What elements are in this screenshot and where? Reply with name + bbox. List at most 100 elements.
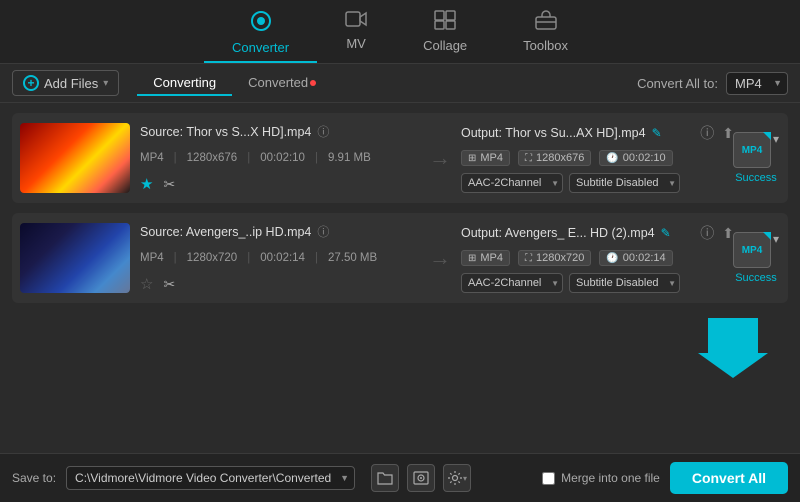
tab-converting-label: Converting bbox=[153, 75, 216, 90]
folder-button[interactable] bbox=[371, 464, 399, 492]
out-res-2: 1280x720 bbox=[536, 252, 584, 264]
out-duration-1: 00:02:10 bbox=[623, 152, 666, 164]
media-icon bbox=[413, 471, 429, 485]
out-duration-2: 00:02:14 bbox=[623, 252, 666, 264]
merge-label[interactable]: Merge into one file bbox=[561, 471, 660, 485]
grid-icon-2: ⊞ bbox=[468, 253, 476, 264]
format-chevron-2[interactable]: ▾ bbox=[773, 232, 779, 246]
format-select-wrapper[interactable]: MP4 MKV AVI MOV bbox=[726, 72, 788, 95]
merge-check: Merge into one file bbox=[542, 471, 660, 485]
output-icons-2: ⓘ ⬆ bbox=[700, 223, 734, 243]
save-path-select[interactable]: C:\Vidmore\Vidmore Video Converter\Conve… bbox=[66, 466, 355, 490]
output-name-2: Output: Avengers_ E... HD (2).mp4 bbox=[461, 226, 655, 240]
big-down-arrow-icon bbox=[698, 313, 768, 383]
output-controls-2: AAC-2Channel AAC-6Channel Subtitle Disab… bbox=[461, 273, 734, 293]
subtitle-select-1[interactable]: Subtitle Disabled Subtitle Enabled bbox=[569, 173, 680, 193]
settings-button[interactable]: ▾ bbox=[443, 464, 471, 492]
subtitle-select-2[interactable]: Subtitle Disabled Subtitle Enabled bbox=[569, 273, 680, 293]
info-icon-1[interactable]: ⓘ bbox=[317, 123, 329, 140]
success-badge-1: Success bbox=[735, 172, 777, 184]
add-files-label: Add Files bbox=[44, 76, 98, 91]
mp4-label-2: MP4 bbox=[742, 245, 763, 256]
output-res-badge-1: ⛶ 1280x676 bbox=[518, 150, 591, 166]
file-meta-1: MP4 | 1280x676 | 00:02:10 | 9.91 MB bbox=[140, 152, 413, 164]
nav-collage[interactable]: Collage bbox=[395, 0, 495, 63]
output-info-icon-1[interactable]: ⓘ bbox=[700, 123, 714, 143]
info-icon-2[interactable]: ⓘ bbox=[317, 223, 329, 240]
arrow-right-icon-1: → bbox=[429, 145, 451, 171]
media-button[interactable] bbox=[407, 464, 435, 492]
audio-select-1[interactable]: AAC-2Channel AAC-6Channel bbox=[461, 173, 563, 193]
success-badge-2: Success bbox=[735, 272, 777, 284]
res-icon-2: ⛶ bbox=[525, 253, 532, 264]
folder-icon bbox=[377, 471, 393, 485]
arrow-section-2: → bbox=[423, 223, 457, 293]
convert-all-button[interactable]: Convert All bbox=[670, 462, 788, 494]
output-row-1: ⊞ MP4 ⛶ 1280x676 🕐 00:02:10 bbox=[461, 150, 734, 166]
add-circle-icon: + bbox=[23, 75, 39, 91]
nav-toolbox-label: Toolbox bbox=[523, 38, 568, 53]
output-name-1: Output: Thor vs Su...AX HD].mp4 bbox=[461, 126, 646, 140]
merge-checkbox[interactable] bbox=[542, 472, 555, 485]
cut-icon-1[interactable]: ✂ bbox=[163, 176, 175, 193]
arrow-right-icon-2: → bbox=[429, 245, 451, 271]
meta-res-1: 1280x676 bbox=[187, 152, 238, 164]
output-icons-1: ⓘ ⬆ bbox=[700, 123, 734, 143]
star-icon-2[interactable]: ☆ bbox=[140, 275, 153, 293]
top-navigation: Converter MV Collage bbox=[0, 0, 800, 64]
tab-converted[interactable]: Converted bbox=[232, 71, 332, 96]
output-filename-1: Output: Thor vs Su...AX HD].mp4 ✎ bbox=[461, 126, 662, 140]
nav-collage-label: Collage bbox=[423, 38, 467, 53]
output-filename-2: Output: Avengers_ E... HD (2).mp4 ✎ bbox=[461, 226, 671, 240]
meta-format-1: MP4 bbox=[140, 152, 164, 164]
mp4-label-1: MP4 bbox=[742, 145, 763, 156]
thumbnail-2 bbox=[20, 223, 130, 293]
out-res-1: 1280x676 bbox=[536, 152, 584, 164]
tab-converting[interactable]: Converting bbox=[137, 71, 232, 96]
edit-icon-1[interactable]: ✎ bbox=[652, 126, 662, 140]
output-info-icon-2[interactable]: ⓘ bbox=[700, 223, 714, 243]
mp4-box-2: MP4 bbox=[733, 232, 771, 268]
nav-toolbox[interactable]: Toolbox bbox=[495, 0, 596, 63]
converter-icon bbox=[250, 10, 272, 36]
file-source-2: Source: Avengers_..ip HD.mp4 ⓘ bbox=[140, 223, 413, 240]
format-select[interactable]: MP4 MKV AVI MOV bbox=[726, 72, 788, 95]
output-section-1: Output: Thor vs Su...AX HD].mp4 ✎ ⓘ ⬆ ⊞ … bbox=[457, 123, 734, 193]
nav-converter[interactable]: Converter bbox=[204, 0, 317, 63]
footer-icons: ▾ bbox=[371, 464, 471, 492]
file-card-1: Source: Thor vs S...X HD].mp4 ⓘ MP4 | 12… bbox=[12, 113, 788, 203]
cut-icon-2[interactable]: ✂ bbox=[163, 276, 175, 293]
convert-all-to-label: Convert All to: bbox=[637, 76, 718, 91]
edit-icon-2[interactable]: ✎ bbox=[661, 226, 671, 240]
subtitle-select-wrap-2[interactable]: Subtitle Disabled Subtitle Enabled bbox=[569, 273, 680, 293]
file-card-2: Source: Avengers_..ip HD.mp4 ⓘ MP4 | 128… bbox=[12, 213, 788, 303]
subtitle-select-wrap-1[interactable]: Subtitle Disabled Subtitle Enabled bbox=[569, 173, 680, 193]
format-icon-box-1: MP4 ▾ Success bbox=[734, 123, 778, 193]
toolbox-icon bbox=[535, 10, 557, 34]
audio-select-2[interactable]: AAC-2Channel AAC-6Channel bbox=[461, 273, 563, 293]
settings-chevron-icon: ▾ bbox=[463, 474, 467, 483]
source-name-2: Source: Avengers_..ip HD.mp4 bbox=[140, 225, 311, 239]
output-controls-1: AAC-2Channel AAC-6Channel Subtitle Disab… bbox=[461, 173, 734, 193]
audio-select-wrap-2[interactable]: AAC-2Channel AAC-6Channel bbox=[461, 273, 563, 293]
output-duration-badge-1: 🕐 00:02:10 bbox=[599, 150, 672, 166]
out-format-1: MP4 bbox=[480, 152, 503, 164]
save-path-wrap[interactable]: C:\Vidmore\Vidmore Video Converter\Conve… bbox=[66, 466, 355, 490]
nav-mv[interactable]: MV bbox=[317, 0, 395, 63]
audio-select-wrap-1[interactable]: AAC-2Channel AAC-6Channel bbox=[461, 173, 563, 193]
output-format-badge-1: ⊞ MP4 bbox=[461, 150, 510, 166]
star-icon-1[interactable]: ★ bbox=[140, 175, 153, 193]
tab-dot bbox=[310, 80, 316, 86]
meta-size-1: 9.91 MB bbox=[328, 152, 371, 164]
toolbar-right: Convert All to: MP4 MKV AVI MOV bbox=[637, 72, 788, 95]
meta-duration-2: 00:02:14 bbox=[260, 252, 305, 264]
add-files-button[interactable]: + Add Files ▾ bbox=[12, 70, 119, 96]
format-chevron-1[interactable]: ▾ bbox=[773, 132, 779, 146]
file-actions-1: ★ ✂ bbox=[140, 175, 413, 193]
format-icon-box-2: MP4 ▾ Success bbox=[734, 223, 778, 293]
mp4-box-1: MP4 bbox=[733, 132, 771, 168]
thumbnail-1 bbox=[20, 123, 130, 193]
collage-icon bbox=[434, 10, 456, 34]
mv-icon bbox=[345, 10, 367, 32]
output-top-2: Output: Avengers_ E... HD (2).mp4 ✎ ⓘ ⬆ bbox=[461, 223, 734, 243]
